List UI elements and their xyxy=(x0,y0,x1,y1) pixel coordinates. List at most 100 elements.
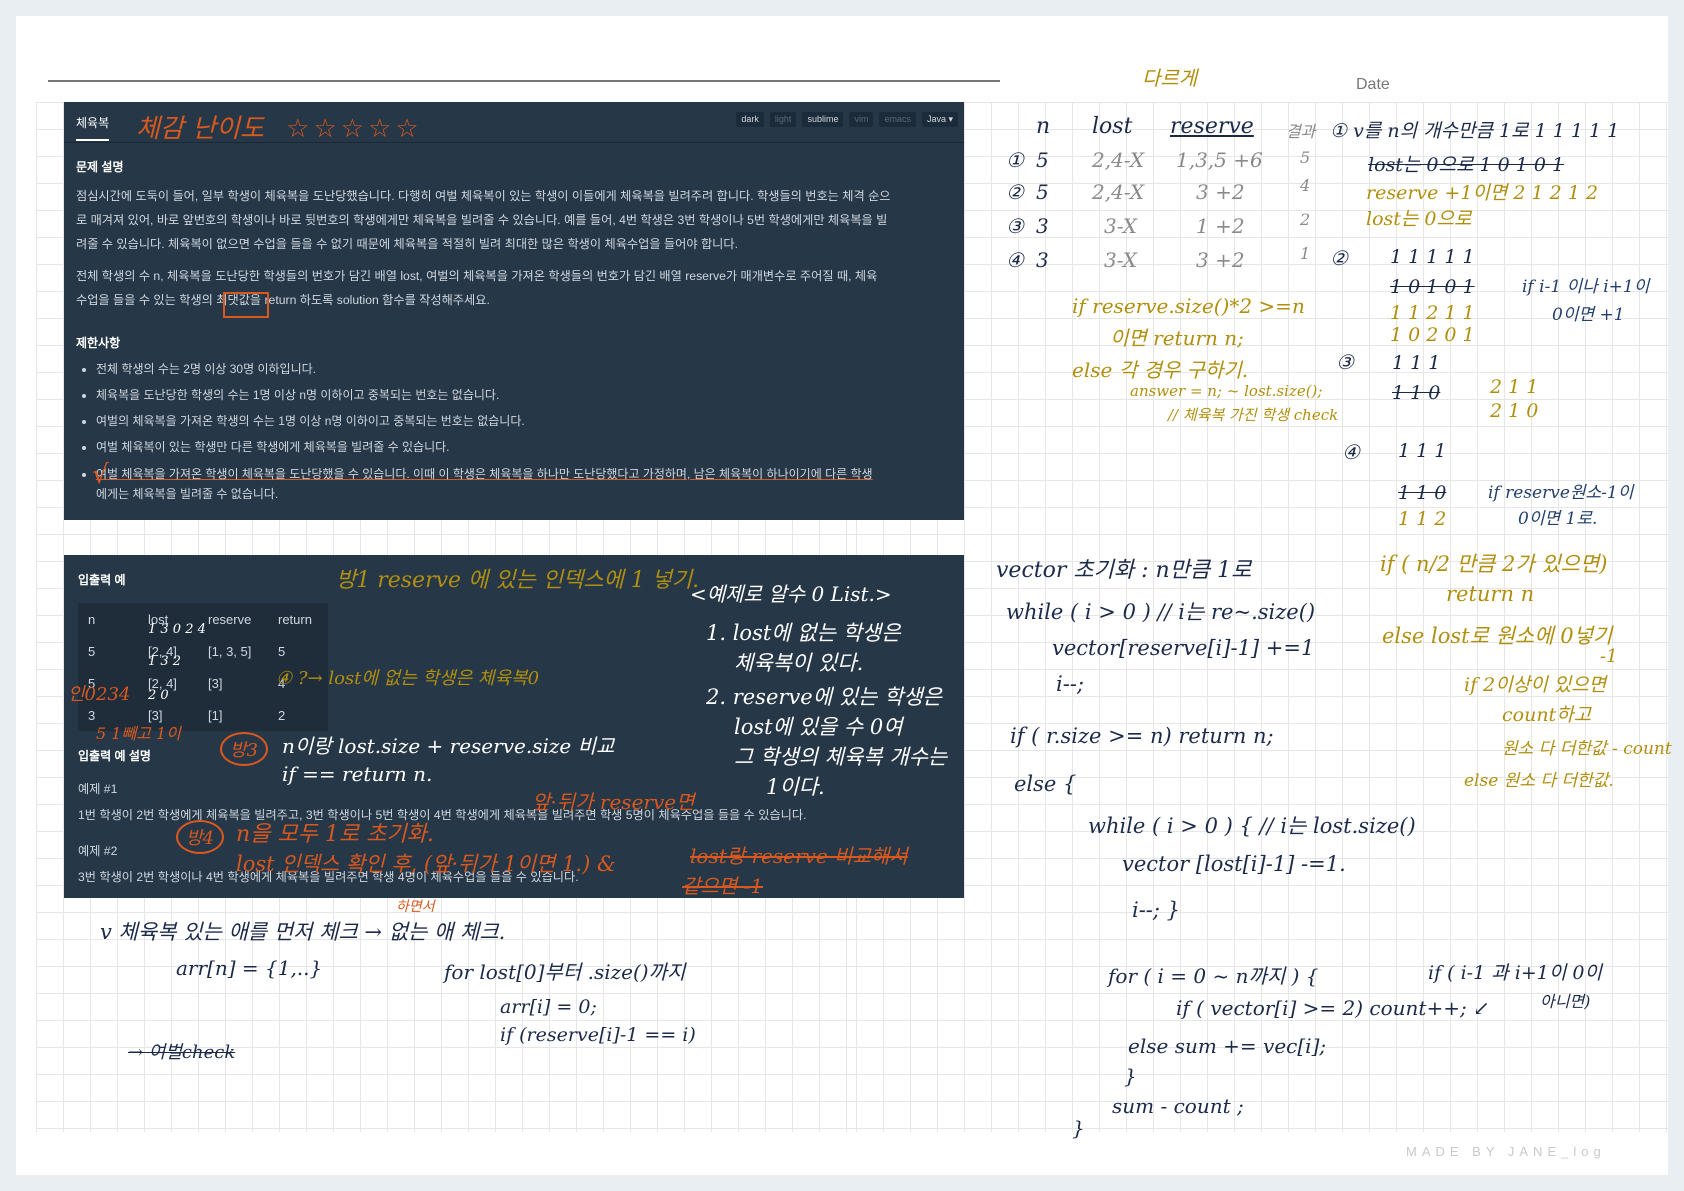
col-reserve: reserve xyxy=(208,611,252,627)
check-mark: √ xyxy=(92,460,109,490)
top-note: 다르게 xyxy=(1142,66,1198,90)
desc-p2-line: 전체 학생의 수 n, 체육복을 도난당한 학생들의 번호가 담긴 배열 los… xyxy=(76,269,878,283)
table-row: 5 [2, 4] [1, 3, 5] 5 xyxy=(78,635,328,667)
bottom-extra: → 여벌check xyxy=(128,1042,236,1063)
cell: 2 xyxy=(278,707,286,723)
cell: [1, 3, 5] xyxy=(208,643,252,659)
code-line-11: else sum += vec[i]; xyxy=(1128,1034,1327,1058)
case-1-line-4: lost는 0으로 xyxy=(1366,208,1472,230)
keymap-vim-button[interactable]: vim xyxy=(849,112,874,127)
limit-item: 체육복을 도난당한 학생의 수는 1명 이상 n명 이하이고 중복되는 번호는 … xyxy=(96,382,966,408)
case-row-reserve: 1 +2 xyxy=(1196,214,1245,238)
code-line-7: vector [lost[i]-1] -=1. xyxy=(1122,852,1346,876)
hints-title: <예제로 알수 0 List.> xyxy=(690,582,892,606)
keymap-sublime-button[interactable]: sublime xyxy=(802,112,844,127)
case-row-reserve: 3 +2 xyxy=(1196,180,1245,204)
bottom-arr: arr[n] = {1,..} xyxy=(176,956,323,980)
desc-p1-line: 로 매겨져 있어, 바로 앞번호의 학생이나 바로 뒷번호의 학생에게만 체육복… xyxy=(76,213,888,227)
case-2-line-3: 1 1 2 1 1 xyxy=(1390,302,1475,324)
index-note-1: 인0234 xyxy=(68,684,131,705)
difficulty-stars: ☆☆☆☆☆ xyxy=(286,114,423,144)
problem-panel: 체육복 dark light sublime vim emacs Java ▾ … xyxy=(64,102,964,520)
row-marks-3: 2 0 xyxy=(148,688,169,703)
hint-2-line: 2. reserve에 있는 학생은 xyxy=(706,685,942,709)
code-line-9: for ( i = 0 ~ n까지 ) { xyxy=(1108,964,1319,988)
case-row-reserve: 3 +2 xyxy=(1196,248,1245,272)
case-3-line-1: 1 1 1 xyxy=(1392,352,1441,374)
right-else-2: else 원소 다 더한값. xyxy=(1464,771,1614,791)
method-1-note: 방1 reserve 에 있는 인덱스에 1 넣기. xyxy=(336,568,700,593)
right-else: else lost로 원소에 0넣기 xyxy=(1382,624,1613,648)
method-4-line-1: n을 모두 1로 초기화. xyxy=(236,822,434,847)
index-note-2: 5 1빼고 1이 xyxy=(96,724,181,743)
limits-list: 전체 학생의 수는 2명 이상 30명 이하입니다. 체육복을 도난당한 학생의… xyxy=(76,356,966,504)
date-label: Date xyxy=(1356,76,1390,93)
theme-light-button[interactable]: light xyxy=(769,112,797,127)
right-sum: 원소 다 더한값 - count xyxy=(1502,739,1672,759)
row-marks-2: 1 3 2 xyxy=(148,654,182,669)
example-2-title: 예제 #2 xyxy=(78,844,118,858)
method-4-line-2: lost 인덱스 확인 후, (앞·뒤가 1이면 1.) & xyxy=(236,852,616,876)
case-4-note-1: if reserve원소-1이 xyxy=(1488,483,1634,503)
case-row-n: 3 xyxy=(1036,214,1049,238)
case-row-num: ③ xyxy=(1006,214,1024,238)
theme-dark-button[interactable]: dark xyxy=(736,112,764,127)
io-explain-heading: 입출력 예 설명 xyxy=(78,749,151,763)
gold-answer: answer = n; ~ lost.size(); xyxy=(1130,382,1323,400)
limit-5-line-1: 여벌 체육복을 가져온 학생이 체육복을 도난당했을 수 있습니다. 이때 이 … xyxy=(96,467,873,481)
difficulty-label: 체감 난이도 xyxy=(136,114,264,144)
code-line-8: i--; } xyxy=(1132,898,1181,922)
vector-init-note: vector 초기화 : n만큼 1로 xyxy=(996,558,1252,583)
case-row-n: 3 xyxy=(1036,248,1049,272)
case-4-num: ④ xyxy=(1342,440,1360,464)
method-3-line-2: if == return n. xyxy=(282,762,433,786)
hint-2-line: 그 학생의 체육복 개수는 xyxy=(734,745,948,769)
code-line-3: i--; xyxy=(1056,672,1084,696)
keymap-emacs-button[interactable]: emacs xyxy=(879,112,916,127)
limit-item: 여벌 체육복을 가져온 학생이 체육복을 도난당했을 수 있습니다. 이때 이 … xyxy=(96,460,966,504)
code-line-13: sum - count ; xyxy=(1112,1094,1244,1118)
q4-note: ④ ?→ lost에 없는 학생은 체육복0 xyxy=(276,668,540,689)
case-row-reserve: 1,3,5 +6 xyxy=(1176,148,1263,172)
case-2-note-2: 0이면 +1 xyxy=(1552,305,1625,325)
language-select[interactable]: Java ▾ xyxy=(921,112,958,127)
case-row-num: ④ xyxy=(1006,248,1024,272)
code-line-14: } xyxy=(1072,1116,1085,1140)
case-2-note-1: if i-1 이나 i+1이 xyxy=(1522,277,1650,297)
right-if-2: if 2이상이 있으면 xyxy=(1464,674,1607,696)
hint-2-line: 1이다. xyxy=(766,775,825,799)
col-n: n xyxy=(88,611,96,627)
cell: [3] xyxy=(208,675,223,691)
case-2-num: ② xyxy=(1330,246,1348,270)
hint-1-line: 체육복이 있다. xyxy=(734,651,864,675)
desc-heading: 문제 설명 xyxy=(76,160,124,174)
hint-2: 2. reserve에 있는 학생은 lost에 있을 수 0여 그 학생의 체… xyxy=(706,682,947,802)
case-row-n: 5 xyxy=(1036,180,1049,204)
code-note-1: if ( i-1 과 i+1이 0이 xyxy=(1428,962,1602,984)
code-line-6: while ( i > 0 ) { // i는 lost.size() xyxy=(1088,814,1416,838)
right-return: return n xyxy=(1446,582,1535,606)
case-row-lost: 3-X xyxy=(1104,248,1138,272)
hint-2-line: lost에 있을 수 0여 xyxy=(734,715,903,739)
case-2-line-1: 1 1 1 1 1 xyxy=(1390,246,1475,268)
tab-problem[interactable]: 체육복 xyxy=(76,114,110,141)
io-heading: 입출력 예 xyxy=(78,573,126,587)
desc-paragraph-1: 점심시간에 도둑이 들어, 일부 학생이 체육복을 도난당했습니다. 다행히 여… xyxy=(76,184,956,256)
case-1-line-3: reserve +1이면 2 1 2 1 2 xyxy=(1366,182,1599,204)
case-row-lost: 3-X xyxy=(1104,214,1138,238)
desc-p1-line: 려줄 수 있습니다. 체육복이 없으면 수업을 들을 수 없기 때문에 체육복을… xyxy=(76,237,738,251)
code-line-2: vector[reserve[i]-1] +=1 xyxy=(1052,636,1315,660)
case-row-n: 5 xyxy=(1036,148,1049,172)
case-row-result: 2 xyxy=(1300,210,1311,229)
hint-1: 1. lost에 없는 학생은 체육복이 있다. xyxy=(706,618,901,678)
method-4-strike-1: lost랑 reserve 비교해서 xyxy=(690,844,908,868)
gold-if-2: 이면 return n; xyxy=(1110,326,1244,350)
right-minus: -1 xyxy=(1600,646,1618,667)
code-line-12: } xyxy=(1124,1064,1137,1088)
bottom-for: for lost[0]부터 .size()까지 xyxy=(444,960,686,984)
case-row-result: 4 xyxy=(1300,176,1311,195)
method-4-strike-2: 같으면 -1 xyxy=(682,874,764,898)
gold-if-1: if reserve.size()*2 >=n xyxy=(1072,294,1305,318)
desc-p1-line: 점심시간에 도둑이 들어, 일부 학생이 체육복을 도난당했습니다. 다행히 여… xyxy=(76,189,891,203)
table-head-n: n xyxy=(1036,114,1051,139)
